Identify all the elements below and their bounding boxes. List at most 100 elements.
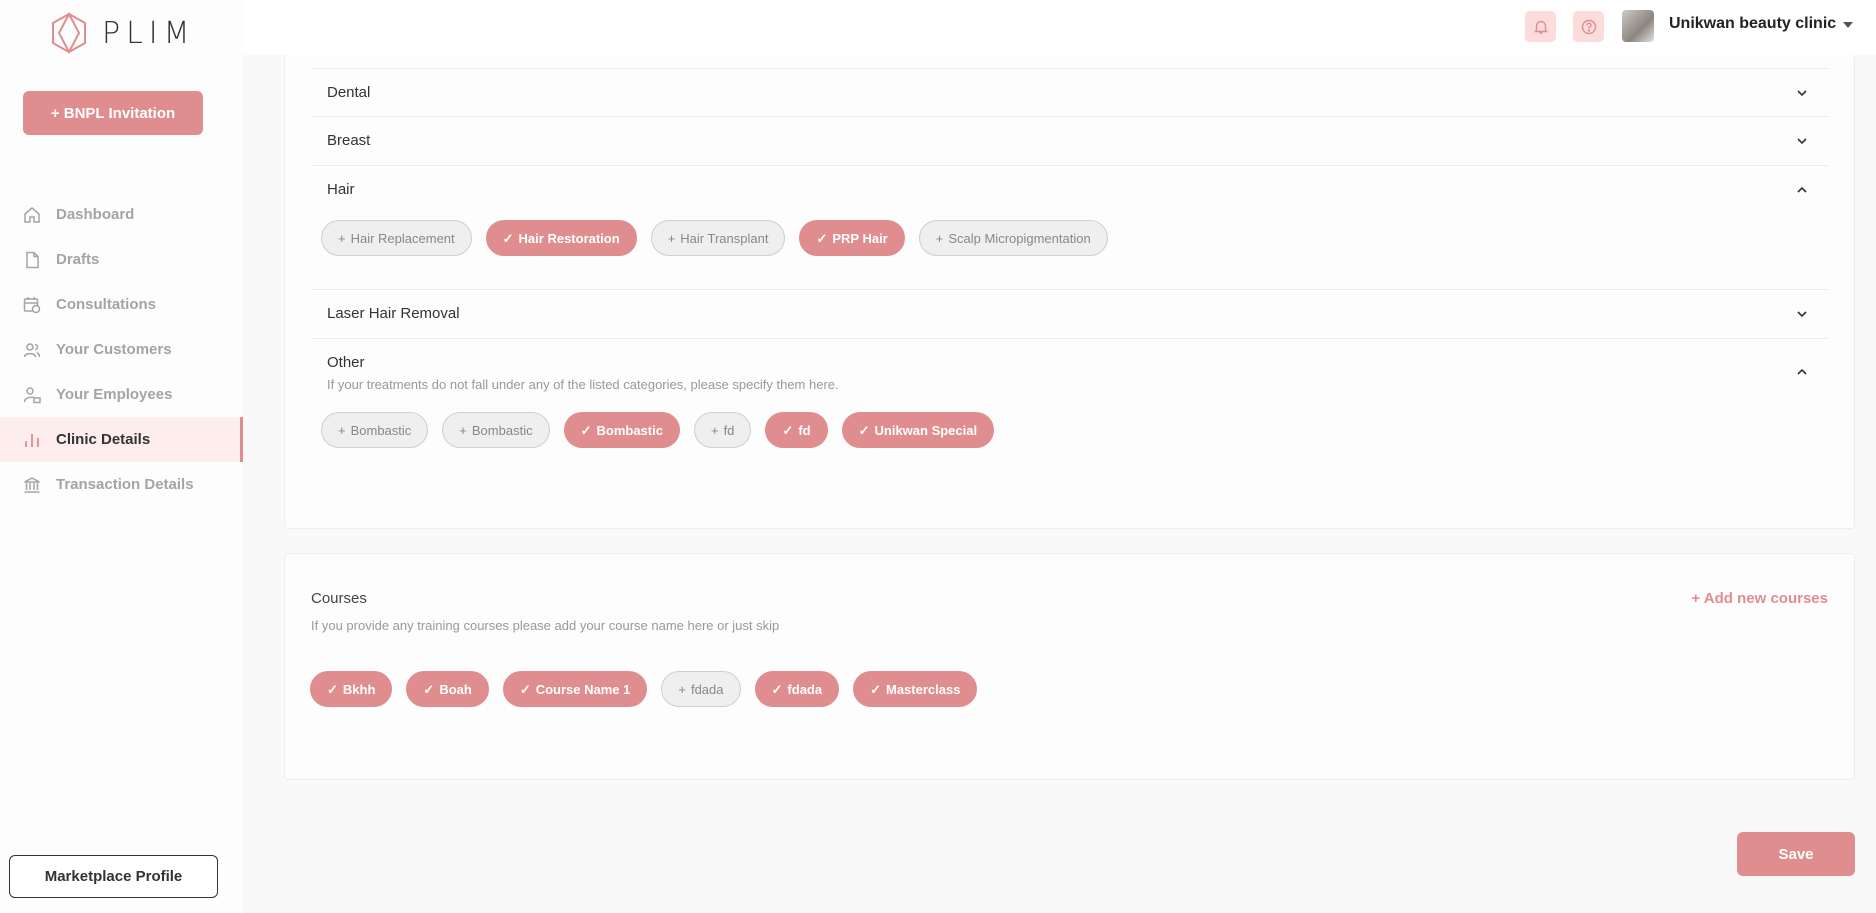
add-new-courses-link[interactable]: + Add new courses — [1691, 590, 1828, 607]
chip-unikwan-special[interactable]: ✓ Unikwan Special — [841, 412, 995, 448]
chip-label: Course Name 1 — [535, 681, 631, 697]
plim-logo[interactable]: PLIM — [50, 12, 196, 54]
file-icon — [22, 250, 42, 270]
chip-hair-transplant[interactable]: + Hair Transplant — [650, 220, 786, 256]
check-icon: ✓ — [771, 681, 783, 697]
chip-course-fdada[interactable]: + fdada — [661, 671, 741, 707]
chip-course-fdada[interactable]: ✓ fdada — [754, 671, 840, 707]
check-icon: ✓ — [502, 230, 514, 246]
chevron-down-icon[interactable] — [1795, 86, 1809, 100]
avatar[interactable] — [1622, 10, 1654, 42]
chevron-down-icon[interactable] — [1795, 307, 1809, 321]
chip-hair-replacement[interactable]: + Hair Replacement — [321, 220, 472, 256]
chip-label: Hair Replacement — [350, 230, 455, 246]
check-icon: ✓ — [580, 422, 592, 438]
sidebar-item-label: Drafts — [56, 251, 100, 268]
chip-bombastic[interactable]: + Bombastic — [442, 412, 550, 448]
calendar-clock-icon — [22, 295, 42, 315]
chip-label: fdada — [690, 681, 724, 697]
top-header: Unikwan beauty clinic — [243, 0, 1876, 55]
bell-icon — [1533, 20, 1548, 34]
sidebar-item-clinic-details[interactable]: Clinic Details — [0, 417, 243, 462]
accordion-other: Other If your treatments do not fall und… — [311, 339, 1829, 479]
sidebar-item-label: Consultations — [56, 296, 156, 313]
caret-down-icon[interactable] — [1843, 22, 1853, 28]
chip-prp-hair[interactable]: ✓ PRP Hair — [799, 220, 905, 256]
save-button[interactable]: Save — [1737, 832, 1855, 876]
chip-course-boah[interactable]: ✓ Boah — [406, 671, 489, 707]
chip-label: Bkhh — [342, 681, 376, 697]
accordion-subtitle: If your treatments do not fall under any… — [327, 377, 839, 392]
accordion-laser-hair-removal[interactable]: Laser Hair Removal — [311, 290, 1829, 339]
chip-scalp-micropigmentation[interactable]: + Scalp Micropigmentation — [918, 220, 1108, 256]
check-icon: ✓ — [519, 681, 531, 697]
sidebar-item-label: Dashboard — [56, 206, 135, 223]
clinic-name[interactable]: Unikwan beauty clinic — [1669, 15, 1836, 33]
bar-chart-icon — [22, 430, 42, 450]
brand-name: PLIM — [102, 15, 196, 51]
chip-label: Scalp Micropigmentation — [948, 230, 1091, 246]
accordion-title[interactable]: Other — [327, 354, 365, 371]
sidebar-item-label: Transaction Details — [56, 476, 194, 493]
sidebar-item-customers[interactable]: Your Customers — [0, 327, 243, 372]
accordion-title: Breast — [327, 132, 371, 149]
chip-label: Bombastic — [596, 422, 663, 438]
bank-icon — [22, 475, 42, 495]
plus-icon: + — [459, 422, 467, 438]
accordion-hair: Hair + Hair Replacement ✓ Hair Restoration… — [311, 166, 1829, 290]
chip-bombastic[interactable]: ✓ Bombastic — [563, 412, 680, 448]
chip-course-bkhh[interactable]: ✓ Bkhh — [310, 671, 393, 707]
courses-subtitle: If you provide any training courses plea… — [311, 618, 780, 633]
chevron-up-icon[interactable] — [1795, 183, 1809, 197]
sidebar-item-transaction-details[interactable]: Transaction Details — [0, 462, 243, 507]
help-icon — [1581, 19, 1596, 34]
plus-icon: + — [935, 230, 944, 246]
help-button[interactable] — [1573, 11, 1604, 42]
check-icon: ✓ — [870, 681, 881, 697]
marketplace-profile-button[interactable]: Marketplace Profile — [9, 855, 218, 898]
accordion-dental[interactable]: Dental — [311, 68, 1829, 117]
notifications-button[interactable] — [1525, 11, 1556, 42]
chip-label: fd — [798, 422, 811, 438]
sidebar-item-label: Your Employees — [56, 386, 173, 403]
plus-icon: + — [338, 422, 346, 438]
accordion-title: Laser Hair Removal — [327, 305, 460, 322]
chip-hair-restoration[interactable]: ✓ Hair Restoration — [485, 220, 637, 256]
accordion-title: Dental — [327, 84, 371, 101]
accordion-breast[interactable]: Breast — [311, 117, 1829, 166]
chip-label: Unikwan Special — [874, 422, 978, 438]
plim-logo-icon — [52, 12, 86, 54]
plus-icon: + — [678, 681, 686, 697]
check-icon: ✓ — [327, 681, 338, 697]
chip-label: Bombastic — [350, 422, 412, 438]
sidebar-item-drafts[interactable]: Drafts — [0, 237, 243, 282]
employee-icon — [22, 385, 42, 405]
courses-card: Courses If you provide any training cour… — [284, 553, 1855, 780]
chip-bombastic[interactable]: + Bombastic — [321, 412, 429, 448]
home-icon — [22, 205, 42, 225]
hair-chips: + Hair Replacement ✓ Hair Restoration + Hai… — [321, 220, 1108, 256]
sidebar-item-consultations[interactable]: Consultations — [0, 282, 243, 327]
sidebar-item-employees[interactable]: Your Employees — [0, 372, 243, 417]
chip-label: fd — [723, 422, 735, 438]
sidebar-item-dashboard[interactable]: Dashboard — [0, 192, 243, 237]
chip-label: PRP Hair — [832, 230, 888, 246]
users-icon — [22, 340, 42, 360]
chip-label: Masterclass — [886, 681, 961, 697]
check-icon: ✓ — [816, 230, 828, 246]
chip-label: Hair Restoration — [518, 230, 620, 246]
bnpl-invitation-button[interactable]: + BNPL Invitation — [23, 91, 203, 135]
accordion-title[interactable]: Hair — [327, 181, 355, 198]
check-icon: ✓ — [423, 681, 435, 697]
chip-course-masterclass[interactable]: ✓ Masterclass — [853, 671, 978, 707]
chevron-up-icon[interactable] — [1795, 365, 1809, 379]
treatments-card: Dental Breast Hair + Hair Replacement ✓ Ha… — [284, 55, 1855, 529]
chip-course-name-1[interactable]: ✓ Course Name 1 — [502, 671, 648, 707]
courses-title: Courses — [311, 590, 367, 607]
plus-icon: + — [338, 230, 346, 246]
chip-label: Bombastic — [471, 422, 533, 438]
chip-fd[interactable]: + fd — [693, 412, 752, 448]
chip-fd[interactable]: ✓ fd — [765, 412, 828, 448]
chevron-down-icon[interactable] — [1795, 134, 1809, 148]
check-icon: ✓ — [782, 422, 794, 438]
